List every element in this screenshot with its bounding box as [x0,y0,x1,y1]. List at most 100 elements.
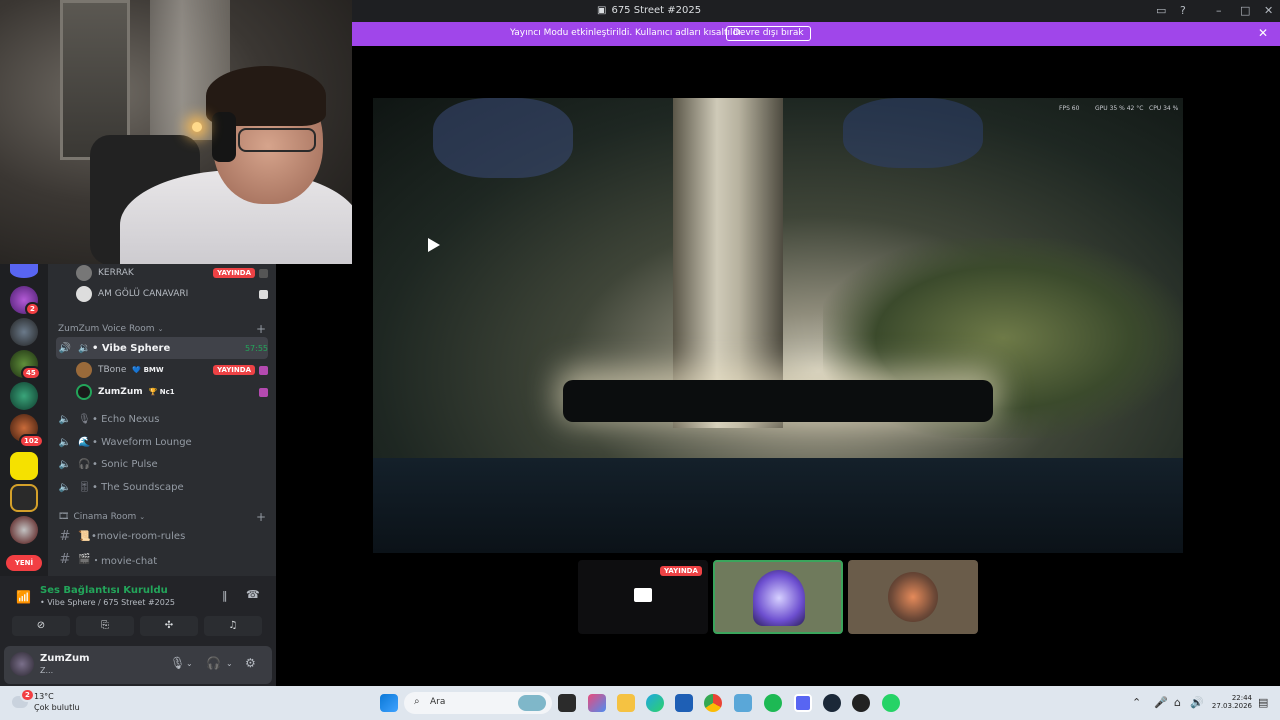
avatar [76,286,92,302]
channel-name: • The Soundscape [92,481,184,493]
text-channel[interactable]: # 🎬 ・movie-chat [56,548,268,570]
voice-channel[interactable]: 🔈 🌊 • Waveform Lounge [56,431,268,453]
server-icon[interactable] [10,484,38,512]
avatar[interactable] [10,652,34,676]
chrome-icon[interactable] [704,694,722,712]
file-explorer-icon[interactable] [617,694,635,712]
mouse-cursor [428,238,440,252]
new-servers-pill[interactable]: YENİ [6,555,42,571]
volume-icon[interactable]: 🔊 [1190,696,1204,709]
participant-tile-speaking[interactable] [713,560,843,634]
voice-connection-panel: 📶 Ses Bağlantısı Kuruldu • Vibe Sphere /… [0,576,276,644]
help-icon[interactable]: ? [1180,4,1186,17]
film-icon: 🎞 [58,512,70,522]
server-icon[interactable] [10,382,38,410]
server-icon[interactable] [10,516,38,544]
voice-channel[interactable]: 🔈 🎚 • The Soundscape [56,476,268,498]
webcam-lamp [192,122,202,132]
voice-user-row[interactable]: AM GÖLÜ CANAVARI [76,284,268,304]
voice-user-name: AM GÖLÜ CANAVARI [98,289,189,299]
category-cinema-room[interactable]: 🎞 Cinama Room ⌄ + [58,509,266,525]
task-view-icon[interactable] [558,694,576,712]
user-tag-text: Nc1 [159,388,175,396]
voice-user-row[interactable]: TBone 💙 BMW YAYINDA [76,360,268,380]
server-icon[interactable] [10,452,38,480]
banner-message: Yayıncı Modu etkinleştirildi. Kullanıcı … [510,28,744,38]
game-car-hood [373,458,1183,553]
spotify-icon[interactable] [764,694,782,712]
chevron-down-icon[interactable]: ⌄ [226,659,233,668]
windows-start-icon[interactable] [380,694,398,712]
stream-video[interactable]: FPS 60 GPU 35 % 42 °C CPU 34 % [373,98,1183,553]
game-tree-trunk [673,98,783,428]
add-channel-icon[interactable]: + [256,322,266,336]
store-icon[interactable] [675,694,693,712]
disable-streamer-mode-button[interactable]: Devre dışı bırak [726,26,811,41]
gear-icon[interactable]: ⚙ [245,656,256,670]
category-voice-room[interactable]: ZumZum Voice Room ⌄ + [58,321,266,337]
activities-button[interactable]: ✣ [140,616,198,636]
clock[interactable]: 22:44 27.03.2026 [1210,694,1252,710]
chevron-up-icon[interactable]: ⌃ [1132,696,1141,709]
voice-channel-active[interactable]: 🔊 🔉 • Vibe Sphere 57:55 [56,337,268,359]
participant-tile[interactable] [848,560,978,634]
discord-taskbar-icon[interactable] [794,694,812,712]
voice-location[interactable]: • Vibe Sphere / 675 Street #2025 [40,598,175,607]
camera-off-button[interactable]: ⊘ [12,616,70,636]
search-box[interactable]: ⌕ Ara [404,692,552,714]
date: 27.03.2026 [1211,702,1252,710]
fps-readout: FPS 60 [1059,105,1080,112]
voice-channel[interactable]: 🔈 🎧 • Sonic Pulse [56,453,268,475]
search-highlight-icon [518,695,546,711]
share-screen-button[interactable]: ⎘ [76,616,134,636]
participant-tile-stream[interactable]: YAYINDA [578,560,708,634]
user-tag-text: BMW [143,366,164,374]
voice-user-row[interactable]: KERRAK YAYINDA [76,264,268,283]
minimize-icon[interactable]: – [1216,4,1222,17]
disconnect-icon[interactable]: ☎ [246,588,260,601]
user-name: ZumZum [40,653,90,664]
add-channel-icon[interactable]: + [256,510,266,524]
copilot-icon[interactable] [588,694,606,712]
headphones-icon[interactable]: 🎧 [206,656,221,670]
channel-name: • Vibe Sphere [92,342,171,354]
close-icon[interactable]: ✕ [1258,26,1268,40]
whatsapp-icon[interactable] [882,694,900,712]
voice-status[interactable]: Ses Bağlantısı Kuruldu [40,585,168,596]
game-launcher-icon[interactable] [852,694,870,712]
soundboard-button[interactable]: ♫ [204,616,262,636]
close-icon[interactable]: ✕ [1264,4,1273,17]
monitor-icon [634,588,652,602]
live-badge: YAYINDA [213,268,255,278]
microphone-icon[interactable]: 🎙 [170,656,185,670]
chevron-down-icon[interactable]: ⌄ [186,659,193,668]
category-label: ZumZum Voice Room [58,324,155,334]
inbox-icon[interactable]: ▭ [1156,4,1166,17]
time: 22:44 [1231,694,1252,702]
text-channel[interactable]: # 📜 •movie-room-rules [56,525,268,547]
maximize-icon[interactable]: □ [1240,4,1250,17]
noise-suppression-icon[interactable]: ‖ [222,589,228,602]
search-icon: ⌕ [414,696,420,707]
network-icon[interactable]: ⌂ [1174,696,1181,709]
streamer-mode-banner: Yayıncı Modu etkinleştirildi. Kullanıcı … [352,22,1280,46]
server-mention-badge: 2 [25,302,40,316]
edge-icon[interactable] [646,694,664,712]
user-panel: ZumZum Z... 🎙 ⌄ 🎧 ⌄ ⚙ [0,644,276,686]
voice-user-row[interactable]: ZumZum 🏆 Nc1 [76,382,268,402]
temperature: 13°C [34,692,54,701]
camera-icon [259,289,268,299]
activity-icon [259,365,268,375]
microphone-tray-icon[interactable]: 🎤 [1154,696,1168,709]
avatar-angel-wings [753,570,805,626]
server-icon-top[interactable] [10,264,38,278]
signal-icon[interactable]: 📶 [16,590,31,604]
settings-app-icon[interactable] [734,694,752,712]
voice-channel[interactable]: 🔈 🎙 • Echo Nexus [56,408,268,430]
channel-emoji-icon: 🌊 [78,436,91,448]
notifications-icon[interactable]: ▤ [1258,696,1268,709]
channel-emoji-icon: 🎚 [78,481,91,493]
server-icon[interactable] [10,318,38,346]
avatar [76,362,92,378]
steam-icon[interactable] [823,694,841,712]
